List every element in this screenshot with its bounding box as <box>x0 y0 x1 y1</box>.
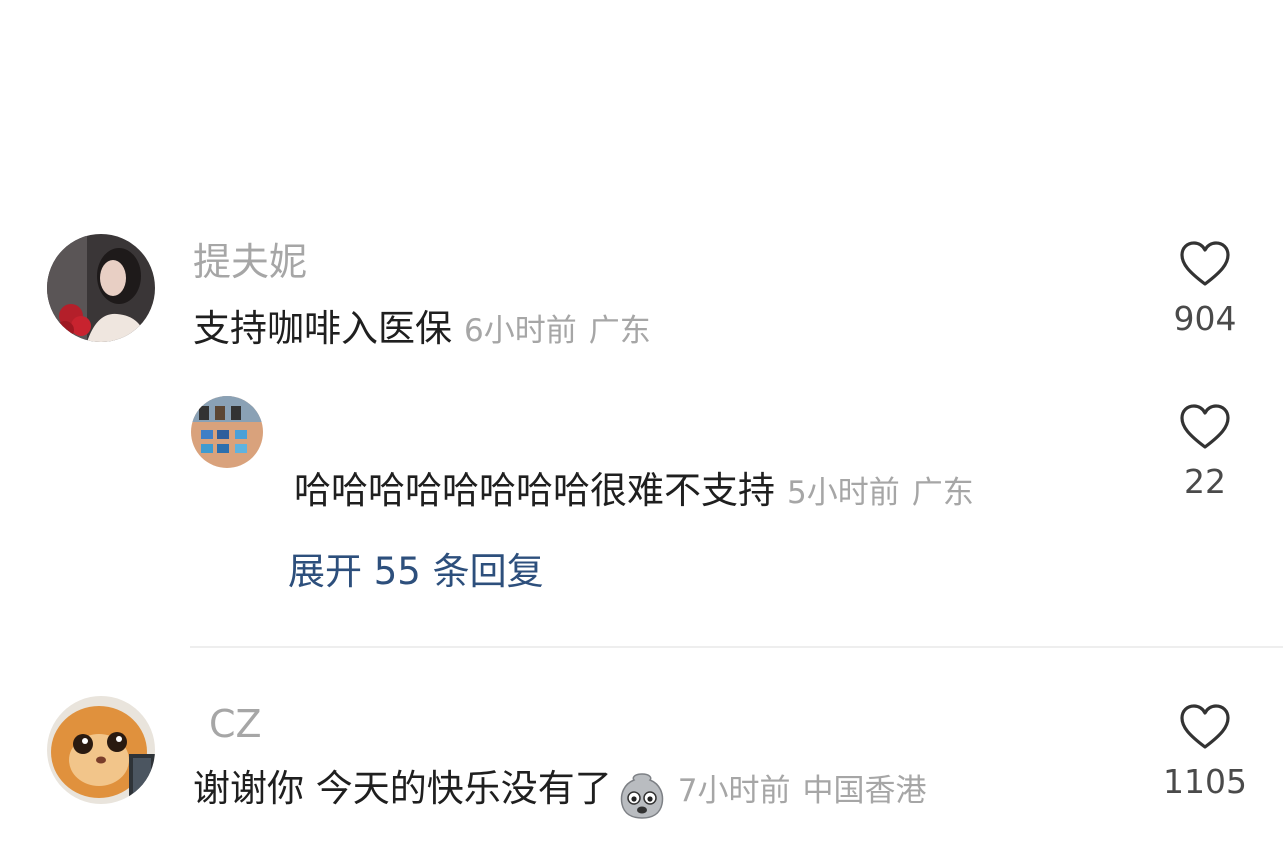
avatar[interactable] <box>47 696 155 804</box>
comment-meta: 7小时前 中国香港 <box>678 773 927 809</box>
like-button[interactable]: 22 <box>1160 403 1250 498</box>
comment-location: 中国香港 <box>802 773 927 809</box>
heart-outline-icon <box>1180 704 1230 749</box>
like-button[interactable]: 1105 <box>1160 703 1250 798</box>
divider <box>190 646 1283 648</box>
comment-body: 支持咖啡入医保 6小时前 广东 <box>193 310 651 347</box>
comment-location: 广东 <box>911 475 974 511</box>
like-button[interactable]: 904 <box>1160 240 1250 335</box>
comment-location: 广东 <box>588 313 651 349</box>
like-count: 22 <box>1184 462 1226 501</box>
like-count: 1105 <box>1163 762 1247 801</box>
avatar[interactable] <box>191 396 263 468</box>
comment-time: 5小时前 <box>787 475 900 511</box>
comment-time: 7小时前 <box>677 773 791 809</box>
comment-body: 哈哈哈哈哈哈哈哈很难不支持 5小时前 广东 <box>294 472 974 509</box>
like-count: 904 <box>1173 299 1237 338</box>
comment-text: 支持咖啡入医保 <box>193 307 452 350</box>
comment-meta: 6小时前 广东 <box>464 313 651 349</box>
username[interactable]: CZ <box>209 705 262 743</box>
comment-text: 哈哈哈哈哈哈哈哈很难不支持 <box>294 469 775 512</box>
crying-face-emoji <box>618 770 666 823</box>
username[interactable]: 提夫妮 <box>193 243 307 281</box>
heart-outline-icon <box>1180 241 1230 286</box>
avatar[interactable] <box>47 234 155 342</box>
heart-outline-icon <box>1180 404 1230 449</box>
comment-text: 谢谢你 今天的快乐没有了 <box>193 767 612 810</box>
comment-meta: 5小时前 广东 <box>787 475 974 511</box>
expand-replies-link[interactable]: 展开 55 条回复 <box>288 553 544 590</box>
comment-body: 谢谢你 今天的快乐没有了 7小时前 中国香港 <box>193 770 927 823</box>
comment-time: 6小时前 <box>464 313 577 349</box>
